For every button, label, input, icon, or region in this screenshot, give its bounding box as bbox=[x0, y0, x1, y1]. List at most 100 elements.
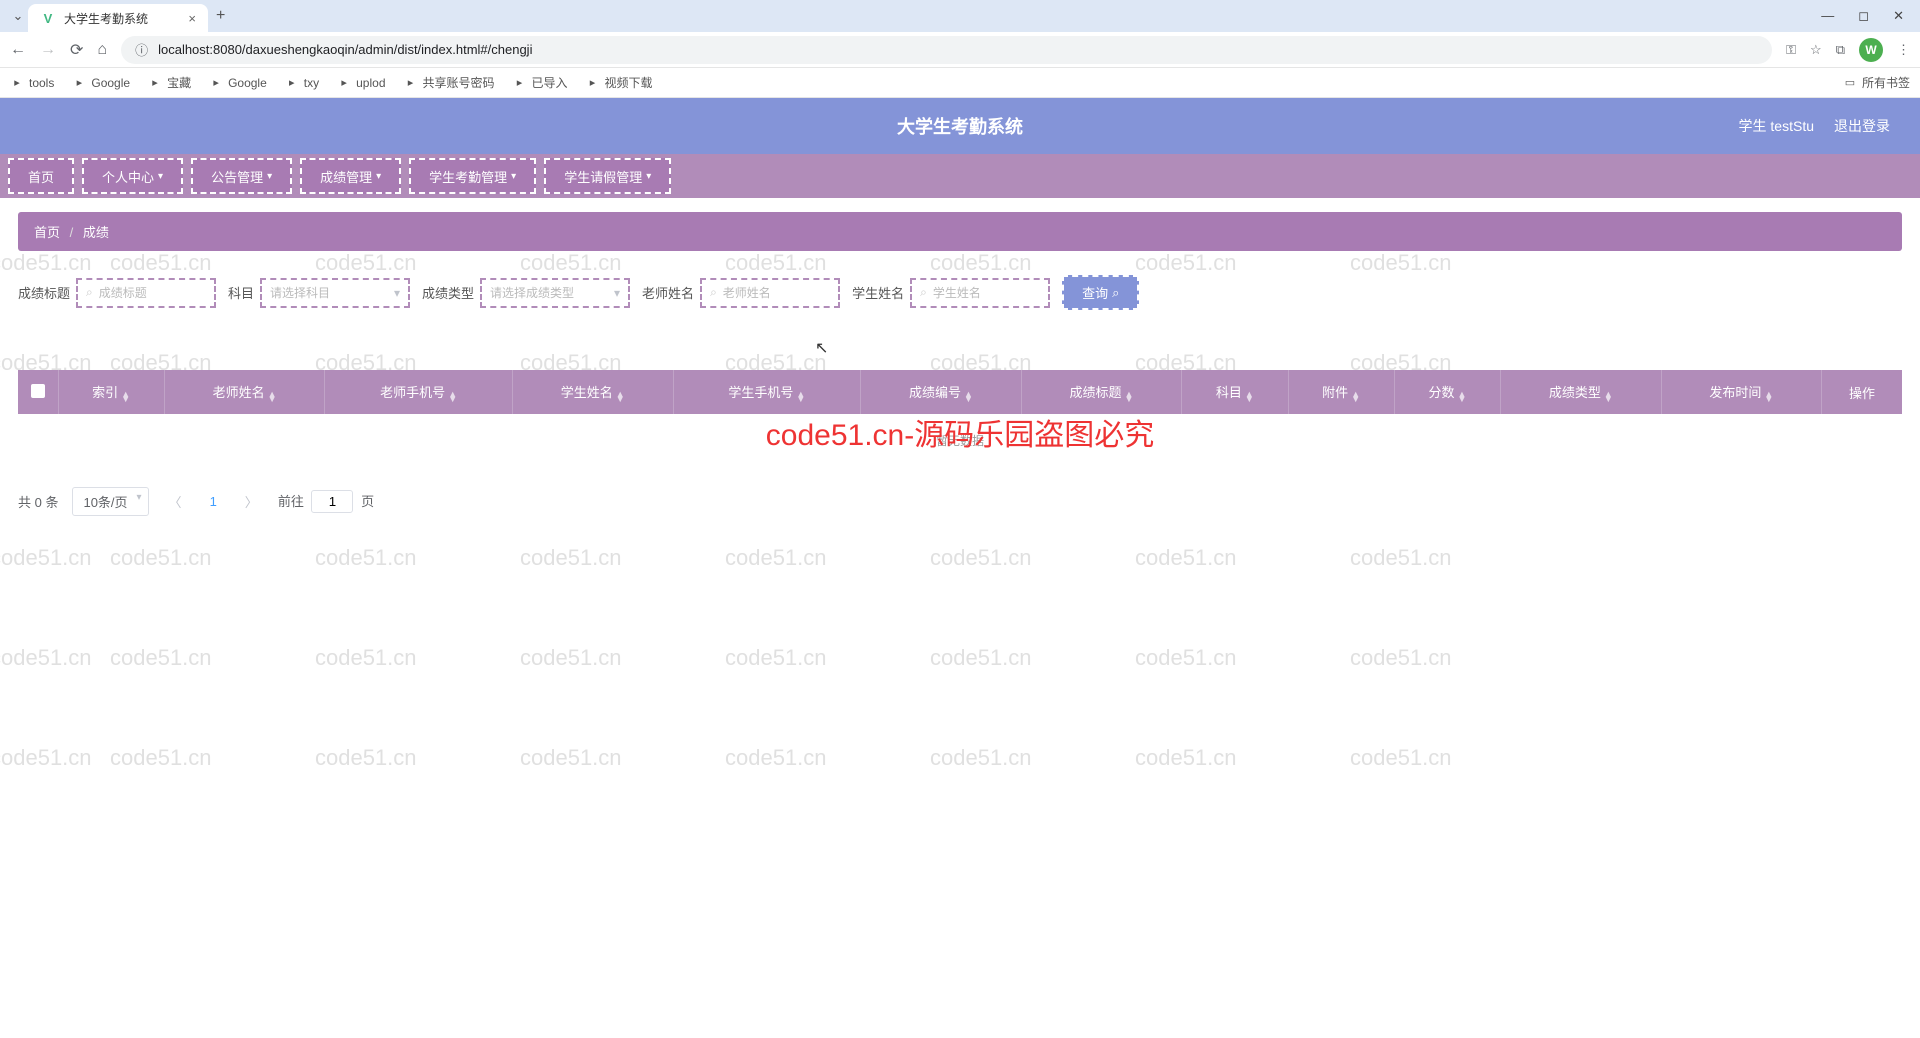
nav-item[interactable]: 学生考勤管理▾ bbox=[409, 158, 536, 194]
bookmark-item[interactable]: ▸已导入 bbox=[513, 74, 568, 91]
star-icon[interactable]: ☆ bbox=[1810, 42, 1822, 58]
back-icon[interactable]: ← bbox=[10, 41, 26, 59]
col-header[interactable]: 老师姓名▲▼ bbox=[164, 370, 325, 414]
col-checkbox[interactable] bbox=[18, 370, 58, 414]
prev-page-button[interactable]: 〈 bbox=[163, 492, 188, 511]
bookmark-item[interactable]: ▸tools bbox=[10, 76, 54, 90]
extensions-icon[interactable]: ⧉ bbox=[1836, 42, 1845, 58]
bookmark-icon: ▸ bbox=[72, 76, 86, 90]
forward-icon[interactable]: → bbox=[40, 41, 56, 59]
sort-icon: ▲▼ bbox=[616, 392, 625, 402]
tab-title: 大学生考勤系统 bbox=[64, 10, 180, 27]
bookmark-icon: ▸ bbox=[586, 76, 600, 90]
chevron-down-icon: ▾ bbox=[376, 171, 381, 182]
chevron-down-icon: ▾ bbox=[614, 286, 620, 300]
chevron-down-icon: ▾ bbox=[646, 171, 651, 182]
breadcrumb-sep: / bbox=[70, 225, 74, 240]
filter-type-select[interactable]: 请选择成绩类型 ▾ bbox=[480, 278, 630, 308]
bookmark-item[interactable]: ▸宝藏 bbox=[148, 74, 191, 91]
filter-title-label: 成绩标题 bbox=[18, 283, 70, 302]
col-header[interactable]: 附件▲▼ bbox=[1288, 370, 1394, 414]
col-header[interactable]: 老师手机号▲▼ bbox=[325, 370, 513, 414]
filter-student-input[interactable]: ⌕ 学生姓名 bbox=[910, 278, 1050, 308]
bookmark-item[interactable]: ▸txy bbox=[285, 76, 319, 90]
filter-student-label: 学生姓名 bbox=[852, 283, 904, 302]
profile-avatar[interactable]: W bbox=[1859, 38, 1883, 62]
reload-icon[interactable]: ⟳ bbox=[70, 40, 83, 60]
maximize-icon[interactable]: ◻ bbox=[1858, 8, 1869, 24]
page-size-select[interactable]: 10条/页 bbox=[72, 487, 148, 516]
sort-icon: ▲▼ bbox=[1245, 392, 1254, 402]
bookmark-item[interactable]: ▸uplod bbox=[337, 76, 385, 90]
sort-icon: ▲▼ bbox=[1764, 392, 1773, 402]
sort-icon: ▲▼ bbox=[121, 392, 130, 402]
filter-subject-label: 科目 bbox=[228, 283, 254, 302]
next-page-button[interactable]: 〉 bbox=[239, 492, 264, 511]
col-header[interactable]: 成绩编号▲▼ bbox=[861, 370, 1022, 414]
minimize-icon[interactable]: — bbox=[1821, 8, 1834, 24]
pagination-total: 共 0 条 bbox=[18, 492, 58, 511]
bookmark-item[interactable]: ▸共享账号密码 bbox=[404, 74, 495, 91]
bookmark-icon: ▸ bbox=[209, 76, 223, 90]
main-nav: 首页个人中心▾公告管理▾成绩管理▾学生考勤管理▾学生请假管理▾ bbox=[0, 154, 1920, 198]
logout-link[interactable]: 退出登录 bbox=[1834, 116, 1890, 136]
current-page[interactable]: 1 bbox=[202, 494, 225, 509]
sort-icon: ▲▼ bbox=[964, 392, 973, 402]
results-table: 索引▲▼老师姓名▲▼老师手机号▲▼学生姓名▲▼学生手机号▲▼成绩编号▲▼成绩标题… bbox=[18, 370, 1902, 467]
col-header[interactable]: 索引▲▼ bbox=[58, 370, 164, 414]
empty-state: 暂无数据 bbox=[18, 414, 1902, 467]
search-icon: ⌕ bbox=[920, 285, 927, 300]
tab-list-dropdown[interactable]: ⌄ bbox=[8, 8, 28, 24]
chevron-down-icon: ▾ bbox=[267, 171, 272, 182]
col-header[interactable]: 成绩类型▲▼ bbox=[1501, 370, 1662, 414]
close-icon[interactable]: × bbox=[188, 11, 196, 26]
bookmark-item[interactable]: ▸视频下载 bbox=[586, 74, 653, 91]
col-header[interactable]: 科目▲▼ bbox=[1182, 370, 1288, 414]
browser-tab[interactable]: V 大学生考勤系统 × bbox=[28, 4, 208, 32]
col-header[interactable]: 操作 bbox=[1822, 370, 1902, 414]
url-input[interactable]: ⓘ localhost:8080/daxueshengkaoqin/admin/… bbox=[121, 36, 1772, 64]
chevron-down-icon: ▾ bbox=[394, 286, 400, 300]
site-info-icon[interactable]: ⓘ bbox=[135, 40, 148, 59]
app-header: 大学生考勤系统 学生 testStu 退出登录 bbox=[0, 98, 1920, 154]
browser-tab-strip: ⌄ V 大学生考勤系统 × + — ◻ ✕ bbox=[0, 0, 1920, 32]
menu-icon[interactable]: ⋮ bbox=[1897, 42, 1910, 58]
sort-icon: ▲▼ bbox=[1125, 392, 1134, 402]
sort-icon: ▲▼ bbox=[268, 392, 277, 402]
filter-title-input[interactable]: ⌕ 成绩标题 bbox=[76, 278, 216, 308]
nav-item[interactable]: 首页 bbox=[8, 158, 74, 194]
col-header[interactable]: 发布时间▲▼ bbox=[1661, 370, 1822, 414]
close-window-icon[interactable]: ✕ bbox=[1893, 8, 1904, 24]
bookmark-item[interactable]: ▸Google bbox=[209, 76, 267, 90]
search-icon: ⌕ bbox=[710, 285, 717, 300]
nav-item[interactable]: 个人中心▾ bbox=[82, 158, 183, 194]
col-header[interactable]: 分数▲▼ bbox=[1394, 370, 1500, 414]
filter-teacher-input[interactable]: ⌕ 老师姓名 bbox=[700, 278, 840, 308]
search-icon: ⌕ bbox=[86, 285, 93, 300]
nav-item[interactable]: 学生请假管理▾ bbox=[544, 158, 671, 194]
breadcrumb-current: 成绩 bbox=[83, 225, 109, 240]
filter-subject-select[interactable]: 请选择科目 ▾ bbox=[260, 278, 410, 308]
col-header[interactable]: 学生姓名▲▼ bbox=[512, 370, 673, 414]
all-bookmarks[interactable]: ▭ 所有书签 bbox=[1843, 74, 1910, 91]
bookmark-item[interactable]: ▸Google bbox=[72, 76, 130, 90]
bookmark-icon: ▸ bbox=[513, 76, 527, 90]
key-icon[interactable]: ⚿ bbox=[1786, 42, 1796, 58]
col-header[interactable]: 成绩标题▲▼ bbox=[1021, 370, 1182, 414]
page-jump-input[interactable] bbox=[311, 490, 353, 513]
bookmarks-bar: ▸tools ▸Google ▸宝藏 ▸Google ▸txy ▸uplod ▸共享账号密码… bbox=[0, 68, 1920, 98]
nav-item[interactable]: 成绩管理▾ bbox=[300, 158, 401, 194]
user-label[interactable]: 学生 testStu bbox=[1739, 116, 1814, 136]
favicon-icon: V bbox=[40, 10, 56, 26]
url-text: localhost:8080/daxueshengkaoqin/admin/di… bbox=[158, 42, 532, 57]
new-tab-button[interactable]: + bbox=[216, 7, 225, 25]
home-icon[interactable]: ⌂ bbox=[97, 41, 107, 59]
pagination: 共 0 条 10条/页 〈 1 〉 前往 页 bbox=[18, 487, 1902, 516]
col-header[interactable]: 学生手机号▲▼ bbox=[673, 370, 861, 414]
query-button[interactable]: 查询 ⌕ bbox=[1062, 275, 1139, 310]
bookmark-icon: ▸ bbox=[337, 76, 351, 90]
sort-icon: ▲▼ bbox=[448, 392, 457, 402]
filter-type-label: 成绩类型 bbox=[422, 283, 474, 302]
nav-item[interactable]: 公告管理▾ bbox=[191, 158, 292, 194]
breadcrumb-home[interactable]: 首页 bbox=[34, 225, 60, 240]
